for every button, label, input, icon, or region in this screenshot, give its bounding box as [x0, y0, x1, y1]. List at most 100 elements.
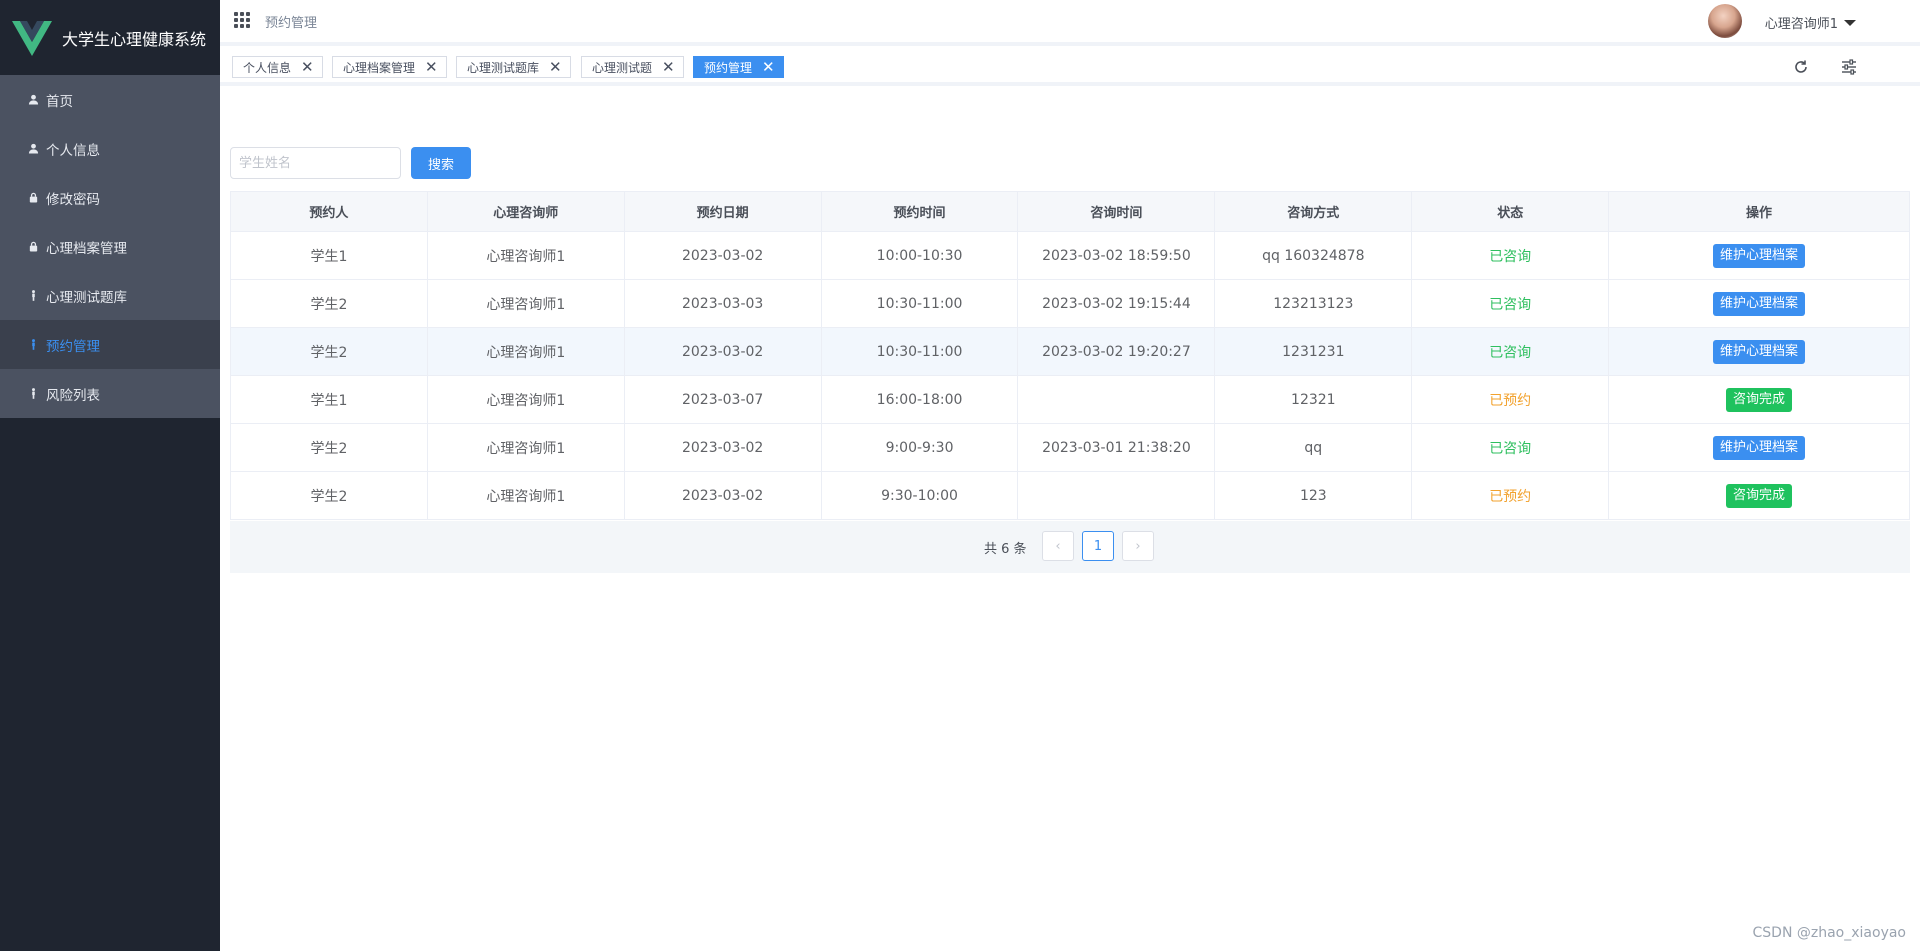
sidebar-item-1[interactable]: 个人信息: [0, 124, 220, 173]
table-cell: 学生2: [230, 471, 428, 520]
table-cell: 2023-03-02 19:20:27: [1017, 327, 1216, 376]
sidebar-item-label: 首页: [46, 93, 73, 110]
table-row: 学生2 心理咨询师1 2023-03-03 10:30-11:00 2023-03-02…: [230, 279, 1910, 328]
table-cell: 学生2: [230, 423, 428, 472]
tab-tag-1[interactable]: 心理档案管理 ✕: [332, 56, 447, 78]
table-row: 学生1 心理咨询师1 2023-03-02 10:00-10:30 2023-03-02…: [230, 231, 1910, 280]
table-row: 学生2 心理咨询师1 2023-03-02 9:30-10:00 123 已预约 咨询完成: [230, 471, 1910, 520]
column-header: 咨询时间: [1017, 191, 1216, 232]
person-icon: [26, 338, 40, 352]
sidebar-item-4[interactable]: 心理测试题库: [0, 271, 220, 320]
column-header: 预约人: [230, 191, 428, 232]
sidebar-item-label: 修改密码: [46, 191, 100, 208]
sidebar-item-0[interactable]: 首页: [0, 75, 220, 124]
maintain-archive-button[interactable]: 维护心理档案: [1713, 339, 1806, 364]
appointment-table: 预约人 心理咨询师 预约日期 预约时间 咨询时间 咨询方式 状态 操作 学生1 心理咨询师1 20…: [230, 191, 1910, 520]
table-cell: 10:00-10:30: [820, 231, 1019, 280]
close-icon[interactable]: ✕: [425, 59, 438, 75]
column-header: 预约日期: [623, 191, 822, 232]
watermark: CSDN @zhao_xiaoyao: [1752, 925, 1906, 941]
action-cell: 维护心理档案: [1608, 423, 1910, 472]
vue-logo-icon: [12, 20, 52, 56]
person-icon: [26, 387, 40, 401]
complete-consultation-button[interactable]: 咨询完成: [1726, 387, 1793, 412]
tag-label: 预约管理: [704, 60, 753, 75]
table-cell: 1231231: [1214, 327, 1413, 376]
status-cell: 已咨询: [1411, 279, 1610, 328]
pagination: 共 6 条 ‹ 1 ›: [230, 521, 1910, 573]
avatar[interactable]: [1708, 4, 1742, 38]
tab-tag-4[interactable]: 预约管理 ✕: [693, 56, 784, 78]
user-menu[interactable]: 心理咨询师1: [1765, 13, 1856, 32]
logo: 大学生心理健康系统: [0, 0, 220, 75]
action-cell: 维护心理档案: [1608, 279, 1910, 328]
table-cell: 2023-03-02 18:59:50: [1017, 231, 1216, 280]
app-title: 大学生心理健康系统: [62, 29, 207, 49]
tab-tag-2[interactable]: 心理测试题库 ✕: [456, 56, 571, 78]
table-cell: 学生1: [230, 375, 428, 424]
column-header: 操作: [1608, 191, 1910, 232]
table-cell: 心理咨询师1: [426, 327, 625, 376]
search-button[interactable]: 搜索: [411, 147, 471, 179]
status-cell: 已预约: [1411, 471, 1610, 520]
table-cell: 10:30-11:00: [820, 327, 1019, 376]
settings-sliders-icon[interactable]: [1840, 58, 1858, 76]
table-cell: 2023-03-02: [623, 231, 822, 280]
maintain-archive-button[interactable]: 维护心理档案: [1713, 291, 1806, 316]
table-cell: 心理咨询师1: [426, 375, 625, 424]
close-icon[interactable]: ✕: [301, 59, 314, 75]
close-icon[interactable]: ✕: [549, 59, 562, 75]
pagination-total: 共 6 条: [984, 542, 1027, 557]
tab-tag-3[interactable]: 心理测试题 ✕: [581, 56, 684, 78]
tag-label: 心理档案管理: [343, 60, 416, 75]
action-cell: 咨询完成: [1608, 471, 1910, 520]
close-icon[interactable]: ✕: [662, 59, 675, 75]
table-cell: 12321: [1214, 375, 1413, 424]
sidebar-menu: 首页个人信息修改密码心理档案管理心理测试题库 预约管理风险列表: [0, 75, 220, 418]
maintain-archive-button[interactable]: 维护心理档案: [1713, 435, 1806, 460]
status-cell: 已咨询: [1411, 423, 1610, 472]
prev-page-button[interactable]: ‹: [1042, 531, 1074, 561]
table-cell: [1017, 471, 1216, 520]
complete-consultation-button[interactable]: 咨询完成: [1726, 483, 1793, 508]
column-header: 预约时间: [820, 191, 1019, 232]
next-page-button[interactable]: ›: [1122, 531, 1154, 561]
sidebar-item-label: 个人信息: [46, 142, 100, 159]
table-row: 学生2 心理咨询师1 2023-03-02 9:00-9:30 2023-03-01 2…: [230, 423, 1910, 472]
user-icon: [26, 142, 40, 156]
table-cell: qq 160324878: [1214, 231, 1413, 280]
table-cell: 2023-03-01 21:38:20: [1017, 423, 1216, 472]
tab-tag-0[interactable]: 个人信息 ✕: [232, 56, 323, 78]
sidebar-item-2[interactable]: 修改密码: [0, 173, 220, 222]
student-name-search-input[interactable]: [230, 147, 401, 179]
breadcrumb: 预约管理: [265, 16, 318, 31]
sidebar-item-5[interactable]: 预约管理: [0, 320, 220, 369]
tag-label: 个人信息: [243, 60, 292, 75]
sidebar-item-label: 预约管理: [46, 338, 100, 355]
sidebar-item-label: 心理测试题库: [46, 289, 127, 306]
table-cell: 9:30-10:00: [820, 471, 1019, 520]
sidebar: 大学生心理健康系统 首页个人信息修改密码心理档案管理心理测试题库 预约管理风险列表: [0, 0, 220, 951]
maintain-archive-button[interactable]: 维护心理档案: [1713, 243, 1806, 268]
table-cell: 学生1: [230, 231, 428, 280]
tag-label: 心理测试题: [592, 60, 653, 75]
table-cell: 心理咨询师1: [426, 279, 625, 328]
sidebar-item-6[interactable]: 风险列表: [0, 369, 220, 418]
status-cell: 已咨询: [1411, 231, 1610, 280]
table-cell: 9:00-9:30: [820, 423, 1019, 472]
refresh-icon[interactable]: [1792, 58, 1810, 76]
sidebar-item-3[interactable]: 心理档案管理: [0, 222, 220, 271]
table-cell: 2023-03-02: [623, 327, 822, 376]
column-header: 咨询方式: [1214, 191, 1413, 232]
page-number-button[interactable]: 1: [1082, 531, 1114, 561]
table-cell: 2023-03-07: [623, 375, 822, 424]
tags-bar: 个人信息 ✕ 心理档案管理 ✕ 心理测试题库 ✕ 心理测试题 ✕ 预约管理 ✕: [220, 50, 1920, 86]
grid-menu-icon[interactable]: [234, 12, 251, 29]
status-cell: 已预约: [1411, 375, 1610, 424]
table-cell: 123213123: [1214, 279, 1413, 328]
action-cell: 咨询完成: [1608, 375, 1910, 424]
table-cell: 心理咨询师1: [426, 471, 625, 520]
table-cell: 123: [1214, 471, 1413, 520]
table-cell: 10:30-11:00: [820, 279, 1019, 328]
close-icon[interactable]: ✕: [762, 59, 775, 75]
